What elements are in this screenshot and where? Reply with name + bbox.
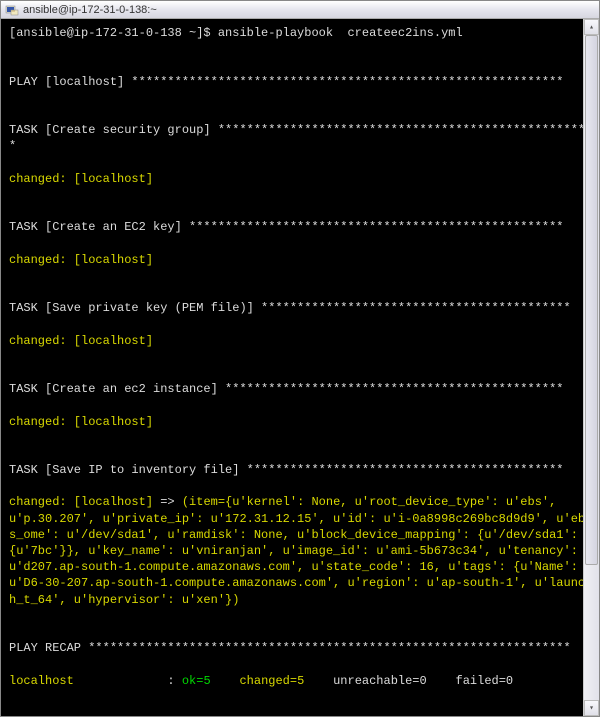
task-result: changed: [localhost] [9, 171, 591, 187]
task-header: TASK [Create an ec2 instance] **********… [9, 381, 591, 397]
play-header: PLAY [localhost] ***********************… [9, 74, 591, 90]
recap-header: PLAY RECAP *****************************… [9, 640, 591, 656]
scroll-thumb[interactable] [585, 35, 598, 565]
task-result-item: changed: [localhost] => (item={u'kernel'… [9, 494, 591, 607]
vertical-scrollbar[interactable]: ▴ ▾ [583, 19, 599, 716]
task-header: TASK [Save private key (PEM file)] *****… [9, 300, 591, 316]
task-result: changed: [localhost] [9, 252, 591, 268]
task-header: TASK [Create an EC2 key] ***************… [9, 219, 591, 235]
task-header: TASK [Create security group] ***********… [9, 122, 591, 154]
command-text: ansible-playbook createec2ins.yml [218, 26, 463, 40]
putty-icon [5, 3, 19, 17]
shell-prompt: [ansible@ip-172-31-0-138 ~]$ [9, 26, 218, 40]
task-header: TASK [Save IP to inventory file] *******… [9, 462, 591, 478]
recap-line: localhost : ok=5 changed=5 unreachable=0… [9, 673, 591, 689]
scroll-up-button[interactable]: ▴ [584, 19, 599, 35]
task-result: changed: [localhost] [9, 414, 591, 430]
terminal-window: ansible@ip-172-31-0-138:~ [ansible@ip-17… [0, 0, 600, 717]
window-title: ansible@ip-172-31-0-138:~ [23, 4, 157, 16]
terminal-body[interactable]: [ansible@ip-172-31-0-138 ~]$ ansible-pla… [1, 19, 599, 716]
task-result: changed: [localhost] [9, 333, 591, 349]
scroll-down-button[interactable]: ▾ [584, 700, 599, 716]
title-bar[interactable]: ansible@ip-172-31-0-138:~ [1, 1, 599, 19]
